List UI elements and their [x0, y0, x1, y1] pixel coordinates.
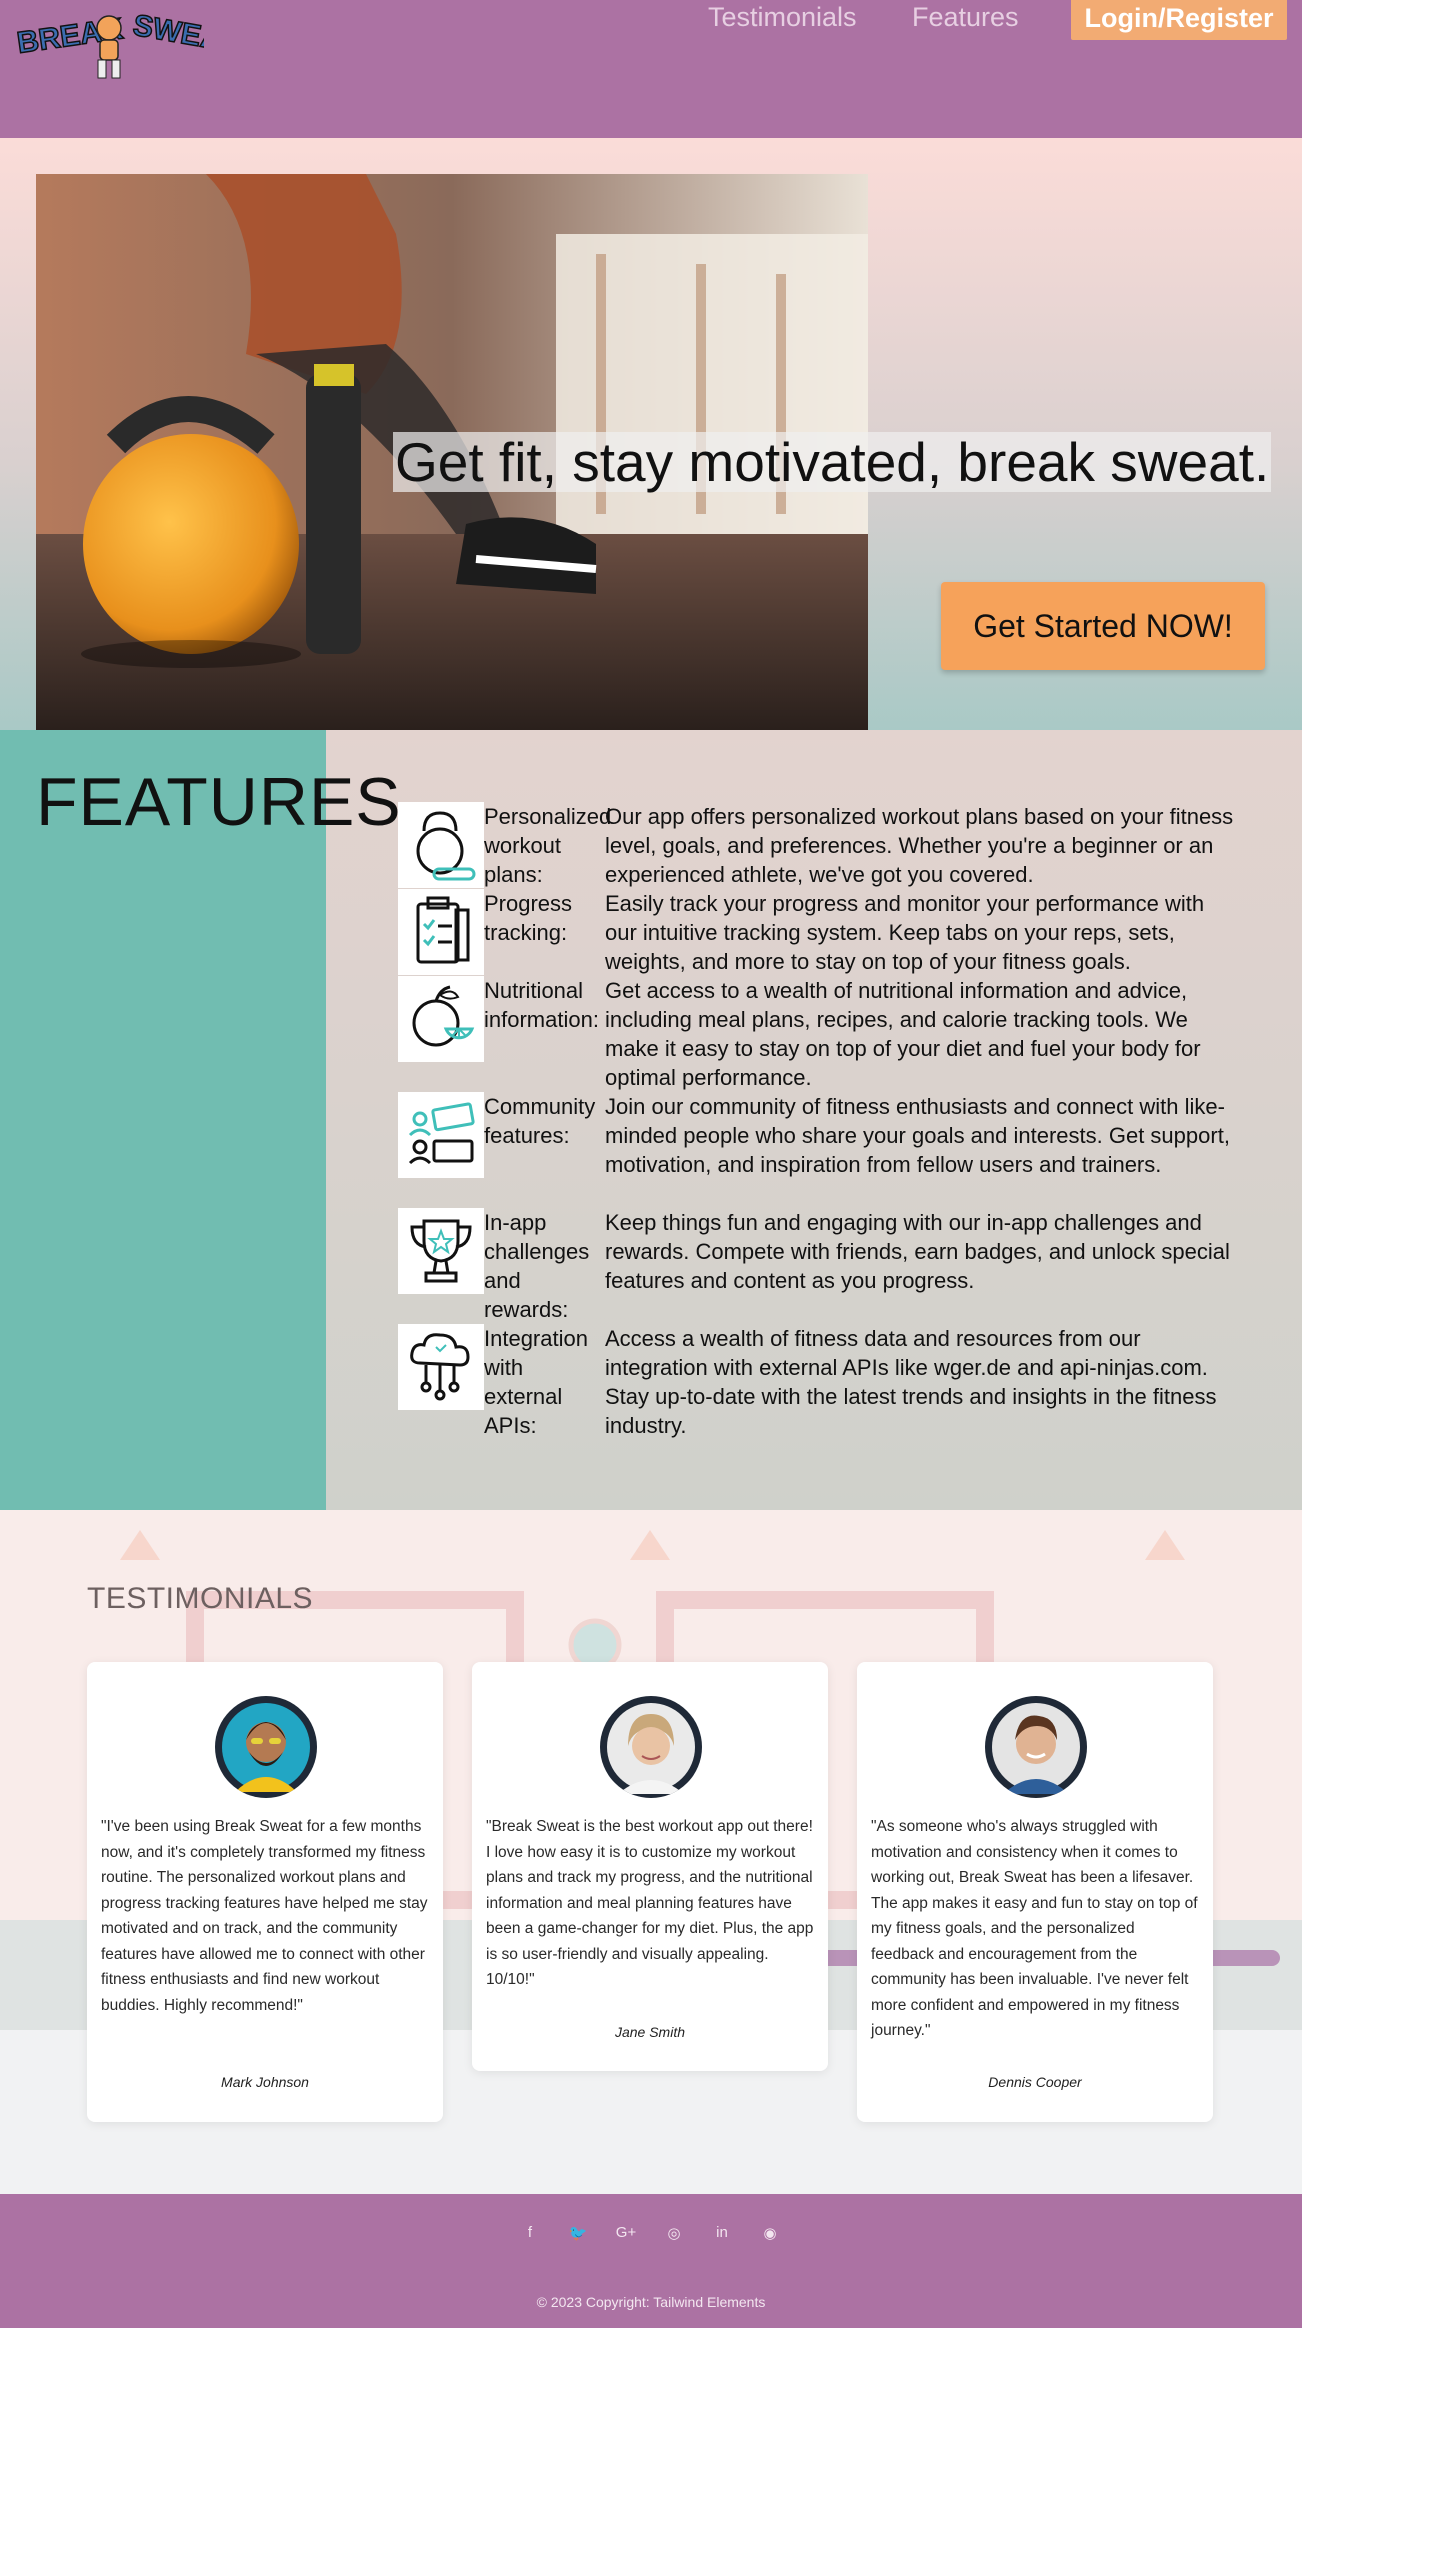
feature-description: Access a wealth of fitness data and reso…: [605, 1326, 1217, 1438]
nav-link-testimonials[interactable]: Testimonials: [708, 2, 857, 33]
feature-description: Our app offers personalized workout plan…: [605, 804, 1234, 887]
copyright-text: © 2023 Copyright: Tailwind Elements: [536, 2294, 766, 2310]
testimonial-card: "I've been using Break Sweat for a few m…: [87, 1662, 443, 2122]
top-navbar: BREAK SWEAT Testimonials Features Login/…: [0, 0, 1302, 138]
kettlebell-icon: [398, 802, 484, 888]
instagram-icon[interactable]: ◎: [662, 2224, 686, 2242]
feature-row: Integration with external APIs: Access a…: [398, 1324, 1238, 1440]
get-started-button[interactable]: Get Started NOW!: [941, 582, 1265, 670]
testimonials-heading: TESTIMONIALS: [87, 1582, 314, 1615]
login-register-button[interactable]: Login/Register: [1071, 0, 1287, 40]
feature-row: Community features: Join our community o…: [398, 1092, 1238, 1208]
feature-name: Community features:: [484, 1094, 596, 1148]
feature-description: Get access to a wealth of nutritional in…: [605, 978, 1201, 1090]
google-plus-icon[interactable]: G+: [614, 2224, 638, 2241]
testimonial-author: Jane Smith: [614, 2024, 686, 2040]
testimonial-card: "Break Sweat is the best workout app out…: [472, 1662, 828, 2071]
avatar: [215, 1696, 317, 1798]
facebook-icon[interactable]: f: [518, 2224, 542, 2241]
nav-link-features[interactable]: Features: [912, 2, 1019, 33]
svg-text:SWEAT: SWEAT: [131, 9, 204, 60]
linkedin-icon[interactable]: in: [710, 2224, 734, 2241]
footer: f 🐦 G+ ◎ in ◉ © 2023 Copyright: Tailwind…: [0, 2194, 1302, 2328]
features-list: Personalized workout plans: Our app offe…: [398, 802, 1238, 1440]
feature-row: In-app challenges and rewards: Keep thin…: [398, 1208, 1238, 1324]
testimonials-section: TESTIMONIALS "I've been using Break Swea…: [0, 1510, 1302, 2194]
feature-name: Progress tracking:: [484, 891, 573, 945]
hero-section: Get fit, stay motivated, break sweat. Ge…: [0, 138, 1302, 730]
apple-icon: [398, 976, 484, 1062]
github-icon[interactable]: ◉: [758, 2224, 782, 2242]
cloud-network-icon: [398, 1324, 484, 1410]
feature-description: Join our community of fitness enthusiast…: [605, 1094, 1230, 1177]
clipboard-icon: [398, 889, 484, 975]
testimonial-author: Mark Johnson: [221, 2074, 309, 2090]
trophy-icon: [398, 1208, 484, 1294]
twitter-icon[interactable]: 🐦: [566, 2224, 590, 2242]
features-sidebar: FEATURES: [0, 730, 401, 1510]
feature-row: Progress tracking: Easily track your pro…: [398, 889, 1238, 976]
break-sweat-logo[interactable]: BREAK SWEAT: [14, 6, 204, 82]
features-section: FEATURES Personalized workout plans: Our…: [0, 730, 1302, 1510]
testimonial-quote: "As someone who's always struggled with …: [871, 1818, 1198, 2039]
feature-description: Keep things fun and engaging with our in…: [605, 1210, 1230, 1293]
avatar: [600, 1696, 702, 1798]
feature-name: Personalized workout plans:: [484, 804, 612, 887]
feature-name: Integration with external APIs:: [484, 1326, 588, 1438]
testimonial-quote: "Break Sweat is the best workout app out…: [486, 1818, 814, 1988]
feature-name: In-app challenges and rewards:: [484, 1210, 590, 1322]
hero-headline: Get fit, stay motivated, break sweat.: [393, 431, 1272, 493]
avatar: [985, 1696, 1087, 1798]
features-heading: FEATURES: [36, 764, 402, 840]
testimonial-author: Dennis Cooper: [988, 2074, 1082, 2090]
testimonial-quote: "I've been using Break Sweat for a few m…: [101, 1818, 428, 2014]
community-chat-icon: [398, 1092, 484, 1178]
feature-row: Personalized workout plans: Our app offe…: [398, 802, 1238, 889]
feature-description: Easily track your progress and monitor y…: [605, 891, 1205, 974]
testimonial-card: "As someone who's always struggled with …: [857, 1662, 1213, 2122]
feature-name: Nutritional information:: [484, 978, 599, 1032]
feature-row: Nutritional information: Get access to a…: [398, 976, 1238, 1092]
